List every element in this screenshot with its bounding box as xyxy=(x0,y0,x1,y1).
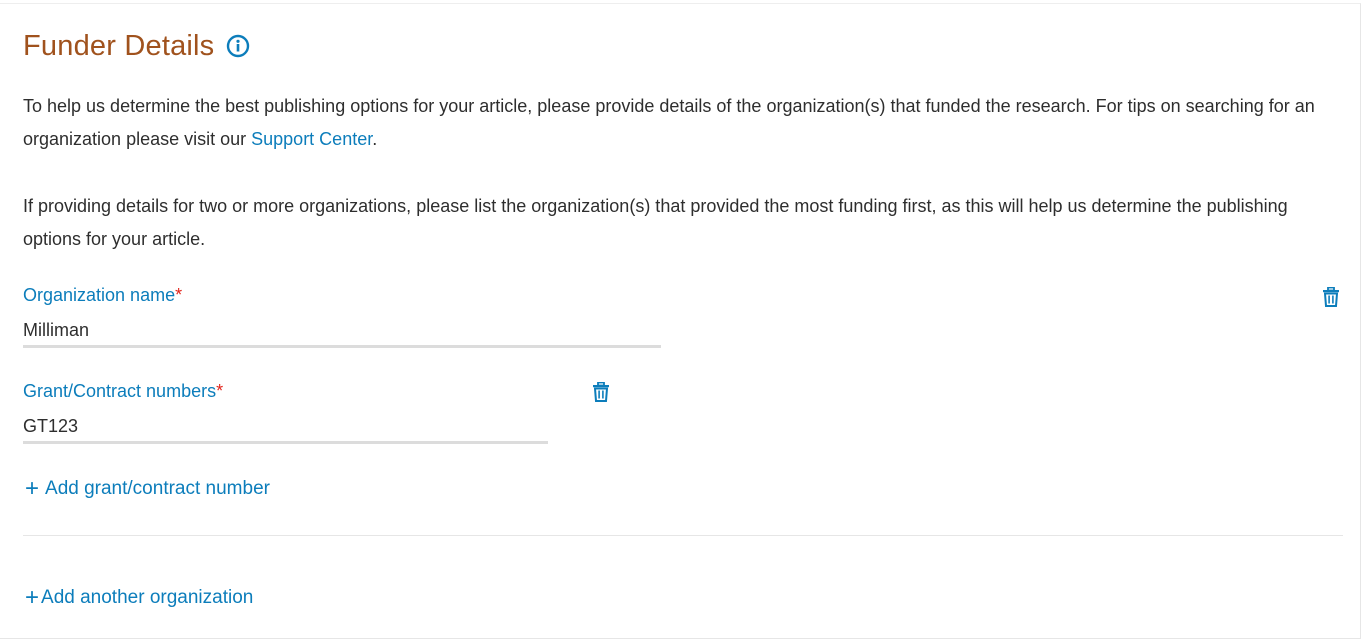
section-title: Funder Details xyxy=(23,29,215,62)
plus-icon: + xyxy=(25,584,40,611)
section-divider xyxy=(23,535,1343,536)
intro-text-end: . xyxy=(372,129,378,149)
organization-name-label: Organization name* xyxy=(23,285,182,306)
grant-number-input[interactable] xyxy=(23,413,545,439)
required-asterisk: * xyxy=(175,285,183,305)
plus-icon: + xyxy=(25,475,40,502)
add-another-organization-label: Add another organization xyxy=(41,587,254,608)
grant-numbers-label-text: Grant/Contract numbers xyxy=(23,381,217,401)
info-circle-icon[interactable] xyxy=(226,34,250,58)
support-center-link[interactable]: Support Center xyxy=(251,129,372,149)
organization-name-input[interactable] xyxy=(23,317,659,343)
add-another-organization-button[interactable]: + Add another organization xyxy=(25,586,253,610)
required-asterisk: * xyxy=(216,381,224,401)
add-grant-number-label: Add grant/contract number xyxy=(45,478,270,499)
organization-name-underline xyxy=(23,345,661,348)
add-grant-number-button[interactable]: + Add grant/contract number xyxy=(25,477,270,501)
grant-numbers-label: Grant/Contract numbers* xyxy=(23,381,223,402)
intro-paragraph: To help us determine the best publishing… xyxy=(23,90,1333,156)
section-header: Funder Details xyxy=(23,26,250,66)
intro-text: To help us determine the best publishing… xyxy=(23,96,1315,149)
grant-number-underline xyxy=(23,441,548,444)
trash-icon[interactable] xyxy=(592,381,610,402)
funder-details-panel: Funder Details To help us determine the … xyxy=(0,3,1361,639)
organization-name-label-text: Organization name xyxy=(23,285,176,305)
trash-icon[interactable] xyxy=(1322,286,1340,307)
ordering-note: If providing details for two or more org… xyxy=(23,196,1288,249)
